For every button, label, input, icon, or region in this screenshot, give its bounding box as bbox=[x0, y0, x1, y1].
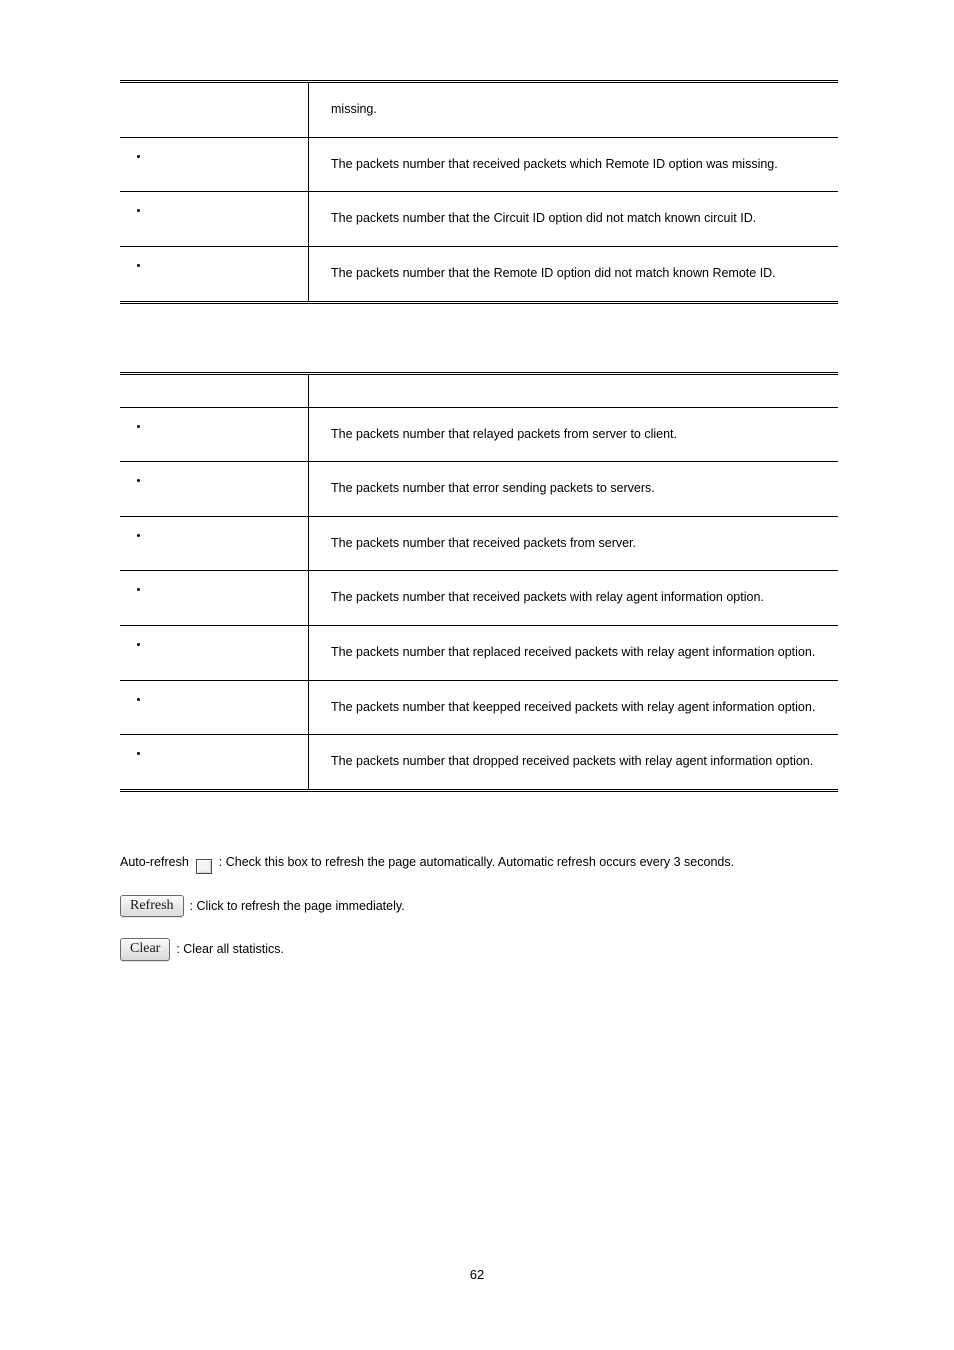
page-number: 62 bbox=[0, 1267, 954, 1282]
table1-col1 bbox=[120, 192, 309, 247]
table1-cell-desc: missing. bbox=[309, 82, 839, 138]
table1-cell-desc: The packets number that the Remote ID op… bbox=[309, 246, 839, 302]
table2-header-right bbox=[309, 373, 839, 407]
bullet-icon bbox=[150, 152, 308, 163]
auto-refresh-line: Auto-refresh : Check this box to refresh… bbox=[120, 850, 838, 876]
clear-button[interactable]: Clear bbox=[120, 938, 170, 960]
table1-col1 bbox=[120, 82, 309, 138]
table2-col1 bbox=[120, 407, 309, 462]
refresh-line: Refresh : Click to refresh the page imme… bbox=[120, 894, 838, 920]
bullet-icon bbox=[150, 422, 308, 433]
auto-refresh-desc: : Check this box to refresh the page aut… bbox=[219, 850, 734, 876]
table2-col1 bbox=[120, 571, 309, 626]
table1-col1 bbox=[120, 246, 309, 302]
table2-cell-desc: The packets number that received packets… bbox=[309, 571, 839, 626]
table2-col1 bbox=[120, 626, 309, 681]
stats-table-top: missing. x The packets number that recei… bbox=[120, 80, 838, 304]
table2-col1 bbox=[120, 680, 309, 735]
table2-cell-desc: The packets number that error sending pa… bbox=[309, 462, 839, 517]
bullet-icon bbox=[150, 695, 308, 706]
bullet-icon bbox=[150, 749, 308, 760]
table2-col1 bbox=[120, 735, 309, 791]
refresh-desc: : Click to refresh the page immediately. bbox=[190, 894, 405, 920]
table2-cell-desc: The packets number that keepped received… bbox=[309, 680, 839, 735]
refresh-button[interactable]: Refresh bbox=[120, 895, 184, 917]
bullet-icon bbox=[150, 261, 308, 272]
table2-col1 bbox=[120, 516, 309, 571]
stats-table-bottom: The packets number that relayed packets … bbox=[120, 372, 838, 792]
clear-line: Clear : Clear all statistics. bbox=[120, 937, 838, 963]
clear-desc: : Clear all statistics. bbox=[176, 937, 284, 963]
table2-cell-desc: The packets number that replaced receive… bbox=[309, 626, 839, 681]
table2-header-left bbox=[120, 373, 309, 407]
bullet-icon bbox=[150, 476, 308, 487]
table2-cell-desc: The packets number that relayed packets … bbox=[309, 407, 839, 462]
table2-col1 bbox=[120, 462, 309, 517]
auto-refresh-label: Auto-refresh bbox=[120, 850, 189, 876]
table1-cell-desc: The packets number that received packets… bbox=[309, 137, 839, 192]
bullet-icon bbox=[150, 531, 308, 542]
bullet-icon bbox=[150, 640, 308, 651]
table1-col1: x bbox=[120, 137, 309, 192]
table1-cell-desc: The packets number that the Circuit ID o… bbox=[309, 192, 839, 247]
table2-cell-desc: The packets number that received packets… bbox=[309, 516, 839, 571]
table2-cell-desc: The packets number that dropped received… bbox=[309, 735, 839, 791]
bullet-icon bbox=[150, 206, 308, 217]
bullet-icon bbox=[150, 585, 308, 596]
checkbox-icon[interactable] bbox=[196, 859, 212, 874]
